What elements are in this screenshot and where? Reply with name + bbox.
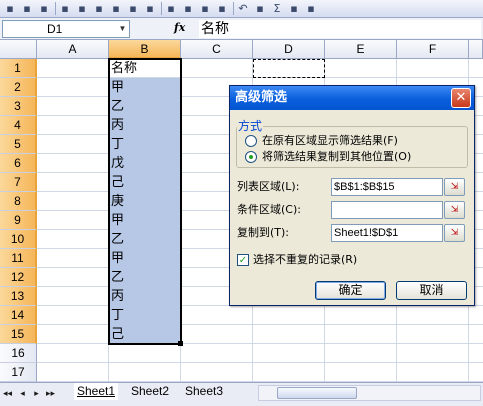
column-header-b[interactable]: B <box>109 40 181 59</box>
insert-function-icon[interactable]: fx <box>174 21 185 34</box>
next-sheet-button[interactable]: ▸ <box>31 387 42 401</box>
previous-sheet-button[interactable]: ◂ <box>17 387 28 401</box>
row-header-4[interactable]: 4 <box>0 116 37 135</box>
column-header-f[interactable]: F <box>397 40 469 59</box>
row-header-16[interactable]: 16 <box>0 344 37 363</box>
last-sheet-button[interactable]: ▸▸ <box>45 387 56 401</box>
cut-icon[interactable]: ▪ <box>164 1 178 16</box>
advanced-filter-dialog: 高级筛选 ✕ 方式 在原有区域显示筛选结果(F) 将筛选结果复制到其他位置(O)… <box>229 85 475 306</box>
preview-icon[interactable]: ▪ <box>109 1 123 16</box>
save-icon[interactable]: ▪ <box>37 1 51 16</box>
toolbar-separator <box>233 2 234 15</box>
radio-button-selected[interactable] <box>245 151 257 163</box>
standard-toolbar: ▪ ▪ ▪ ▪ ▪ ▪ ▪ ▪ ▪ ▪ ▪ ▪ ▪ ↶ ▪ Σ ▪ ▪ <box>0 0 483 18</box>
radio-label: 将筛选结果复制到其他位置(O) <box>262 150 412 163</box>
row-header-6[interactable]: 6 <box>0 154 37 173</box>
chevron-down-icon[interactable]: ▼ <box>115 22 130 36</box>
row-header-7[interactable]: 7 <box>0 173 37 192</box>
email-icon[interactable]: ▪ <box>75 1 89 16</box>
autosum-icon[interactable]: Σ <box>270 1 284 16</box>
row-header-10[interactable]: 10 <box>0 230 37 249</box>
sort-descending-icon[interactable]: ▪ <box>304 1 318 16</box>
horizontal-scrollbar[interactable] <box>258 385 481 401</box>
ok-button[interactable]: 确定 <box>315 281 386 300</box>
radio-label: 在原有区域显示筛选结果(F) <box>262 134 398 147</box>
row-header-17[interactable]: 17 <box>0 363 37 382</box>
formula-input[interactable]: 名称 <box>199 20 481 38</box>
unique-records-checkbox[interactable]: ✓ <box>237 254 249 266</box>
collapse-dialog-icon[interactable]: ⇲ <box>444 201 465 219</box>
copy-marquee-d1 <box>253 59 325 78</box>
selected-range-border <box>108 58 182 345</box>
sheet-tab-sheet2[interactable]: Sheet2 <box>128 383 172 400</box>
sort-ascending-icon[interactable]: ▪ <box>287 1 301 16</box>
row-header-2[interactable]: 2 <box>0 78 37 97</box>
radio-button[interactable] <box>245 135 257 147</box>
print-icon[interactable]: ▪ <box>92 1 106 16</box>
column-header-a[interactable]: A <box>37 40 109 59</box>
research-icon[interactable]: ▪ <box>143 1 157 16</box>
dialog-title: 高级筛选 <box>230 86 474 110</box>
undo-icon[interactable]: ↶ <box>236 1 250 16</box>
column-header-g[interactable] <box>469 40 483 59</box>
row-header-5[interactable]: 5 <box>0 135 37 154</box>
row-header-1[interactable]: 1 <box>0 59 37 78</box>
fill-handle[interactable] <box>178 341 183 346</box>
column-header-c[interactable]: C <box>181 40 253 59</box>
scrollbar-thumb[interactable] <box>277 387 357 399</box>
row-header-12[interactable]: 12 <box>0 268 37 287</box>
sheet-tab-sheet3[interactable]: Sheet3 <box>182 383 226 400</box>
row-header-13[interactable]: 13 <box>0 287 37 306</box>
hyperlink-icon[interactable]: ▪ <box>253 1 267 16</box>
unique-records-label: 选择不重复的记录(R) <box>253 253 358 266</box>
list-range-input[interactable]: $B$1:$B$15 <box>331 178 443 196</box>
first-sheet-button[interactable]: ◂◂ <box>2 387 13 401</box>
new-icon[interactable]: ▪ <box>3 1 17 16</box>
copy-to-input[interactable]: Sheet1!$D$1 <box>331 224 443 242</box>
open-icon[interactable]: ▪ <box>20 1 34 16</box>
sheet-tab-bar: ◂◂ ◂ ▸ ▸▸ Sheet1 Sheet2 Sheet3 <box>0 382 483 406</box>
row-header-11[interactable]: 11 <box>0 249 37 268</box>
permission-icon[interactable]: ▪ <box>58 1 72 16</box>
toolbar-separator <box>161 2 162 15</box>
row-header-3[interactable]: 3 <box>0 97 37 116</box>
cancel-button[interactable]: 取消 <box>396 281 467 300</box>
copy-to-label: 复制到(T): <box>237 226 290 239</box>
criteria-range-input[interactable] <box>331 201 443 219</box>
name-box[interactable]: D1 ▼ <box>2 20 130 38</box>
paste-icon[interactable]: ▪ <box>198 1 212 16</box>
collapse-dialog-icon[interactable]: ⇲ <box>444 224 465 242</box>
criteria-range-label: 条件区域(C): <box>237 203 301 216</box>
list-range-label: 列表区域(L): <box>237 180 300 193</box>
row-header-14[interactable]: 14 <box>0 306 37 325</box>
select-all-corner[interactable] <box>0 40 37 59</box>
format-painter-icon[interactable]: ▪ <box>215 1 229 16</box>
sheet-tab-sheet1[interactable]: Sheet1 <box>74 383 119 400</box>
column-header-e[interactable]: E <box>325 40 397 59</box>
name-box-value: D1 <box>47 22 63 36</box>
close-icon[interactable]: ✕ <box>451 88 471 108</box>
method-group-label: 方式 <box>237 117 264 134</box>
row-header-8[interactable]: 8 <box>0 192 37 211</box>
column-header-d[interactable]: D <box>253 40 325 59</box>
copy-icon[interactable]: ▪ <box>181 1 195 16</box>
spelling-icon[interactable]: ▪ <box>126 1 140 16</box>
row-header-15[interactable]: 15 <box>0 325 37 344</box>
row-header-9[interactable]: 9 <box>0 211 37 230</box>
formula-bar: D1 ▼ fx 名称 <box>0 18 483 40</box>
toolbar-separator <box>55 2 56 15</box>
collapse-dialog-icon[interactable]: ⇲ <box>444 178 465 196</box>
